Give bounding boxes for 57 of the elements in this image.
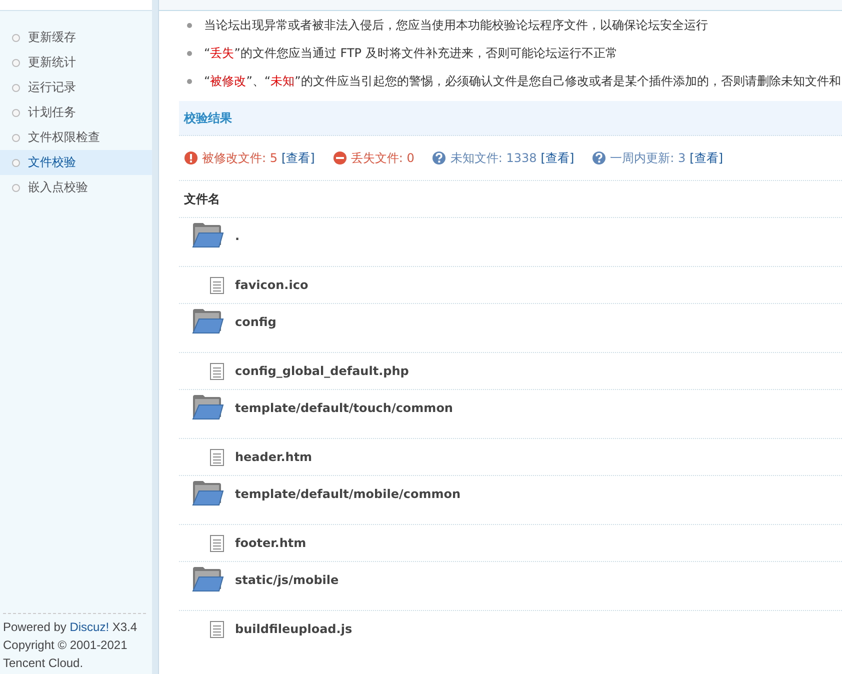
bullet-icon (12, 134, 20, 142)
alert-icon (184, 151, 198, 165)
sidebar-item[interactable]: 嵌入点校验 (0, 175, 152, 200)
bullet-icon (12, 58, 20, 66)
view-link[interactable]: [查看] (690, 150, 724, 166)
bullet-icon (12, 158, 20, 166)
document-icon (210, 362, 224, 380)
bullet-icon (187, 22, 192, 28)
file-name: config_global_default.php (235, 364, 409, 378)
folder-icon (192, 308, 224, 334)
stat-text: 一周内更新: 3 (610, 150, 686, 166)
sidebar-item[interactable]: 文件校验 (0, 150, 152, 175)
note-text: 当论坛出现异常或者被非法入侵后，您应当使用本功能校验论坛程序文件，以确保论坛安全运行 (204, 17, 708, 33)
file-name: template/default/touch/common (235, 401, 453, 415)
file-name: template/default/mobile/common (235, 487, 460, 501)
view-link[interactable]: [查看] (282, 150, 315, 166)
footer-text: Copyright © 2001-2021 (3, 637, 128, 654)
minus-icon (332, 151, 347, 165)
file-name: footer.htm (235, 536, 306, 550)
stat-text: 未知文件: 1338 (450, 150, 537, 166)
sidebar-item[interactable]: 计划任务 (0, 100, 152, 125)
stat-text: 丢失文件: 0 (350, 150, 414, 166)
bullet-icon (12, 184, 20, 192)
file-name: static/js/mobile (235, 573, 339, 587)
bullet-icon (12, 34, 20, 42)
stat-text: 被修改文件: 5 (202, 150, 278, 166)
document-icon (210, 534, 224, 552)
bullet-icon (187, 78, 192, 84)
note-text: “被修改”、“未知”的文件应当引起您的警惕，必须确认文件是您自己修改或者是某个插件添加的，否则请删除未知文件和 (204, 73, 841, 89)
section-title: 校验结果 (184, 110, 232, 126)
sidebar-item[interactable]: 文件权限检查 (0, 125, 152, 150)
view-link[interactable]: [查看] (540, 150, 574, 166)
footer-text: Powered by Discuz! X3.4 (3, 619, 138, 636)
file-name: . (235, 229, 240, 243)
file-name: favicon.ico (235, 278, 308, 292)
column-header: 文件名 (184, 190, 220, 208)
bullet-icon (12, 84, 20, 92)
folder-icon (192, 394, 224, 420)
folder-icon (192, 566, 224, 592)
sidebar-item[interactable]: 更新统计 (0, 50, 152, 75)
note-text: “丢失”的文件您应当通过 FTP 及时将文件补充进来，否则可能论坛运行不正常 (204, 45, 618, 61)
folder-icon (192, 222, 224, 248)
folder-icon (192, 480, 224, 506)
sidebar-item[interactable]: 运行记录 (0, 75, 152, 100)
bullet-icon (187, 50, 192, 56)
footer-text: Tencent Cloud. (3, 655, 84, 672)
footer-link[interactable]: Discuz! (70, 620, 110, 634)
document-icon (210, 276, 224, 294)
document-icon (210, 448, 224, 466)
file-name: buildfileupload.js (235, 622, 352, 636)
question-icon (592, 151, 606, 165)
file-name: header.htm (235, 450, 312, 464)
sidebar-item[interactable]: 更新缓存 (0, 25, 152, 50)
question-icon (432, 151, 446, 165)
document-icon (210, 620, 224, 638)
file-name: config (235, 315, 276, 329)
bullet-icon (12, 108, 20, 116)
